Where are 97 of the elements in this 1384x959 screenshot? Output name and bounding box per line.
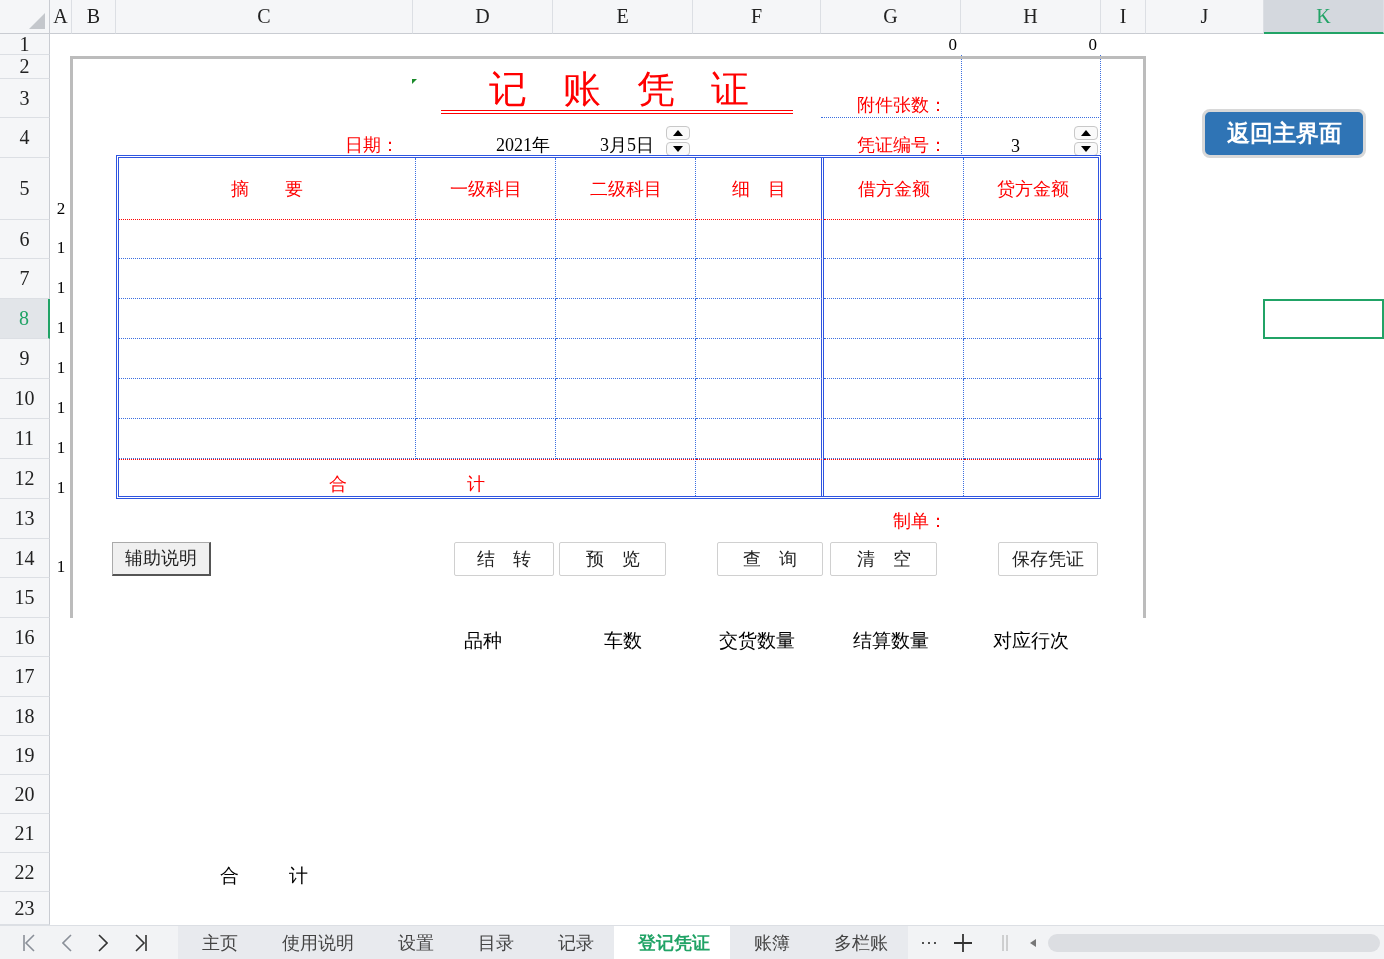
spin-down-button[interactable] <box>1074 142 1098 156</box>
column-heading: 细 目 <box>696 158 824 220</box>
previous-sheet-icon[interactable] <box>62 933 72 952</box>
row-header[interactable]: 21 <box>0 814 50 853</box>
down-arrow-icon <box>1081 146 1091 152</box>
form-button[interactable]: 查 询 <box>717 541 823 576</box>
row-header[interactable]: 13 <box>0 499 50 539</box>
column-header[interactable]: F <box>693 0 821 34</box>
form-button[interactable]: 清 空 <box>830 541 937 576</box>
row-header[interactable]: 12 <box>0 459 50 499</box>
sheet-tab[interactable]: 使用说明 <box>258 926 374 959</box>
sheet-tab[interactable]: 记录 <box>534 926 614 959</box>
total-label: 计 <box>289 864 308 888</box>
total-label: 合 <box>220 864 239 888</box>
row-header[interactable]: 1 <box>0 34 50 55</box>
cell-value: 2 <box>56 199 66 219</box>
column-heading: 二级科目 <box>556 158 696 220</box>
column-header[interactable]: G <box>821 0 961 34</box>
cell-value: 0 <box>948 35 957 55</box>
spin-up-button[interactable] <box>1074 126 1098 140</box>
form-button[interactable]: 预 览 <box>559 541 666 576</box>
cell-value: 1 <box>56 398 66 418</box>
cell-value: 1 <box>56 438 66 458</box>
row-header[interactable]: 20 <box>0 775 50 814</box>
total-label: 计 <box>467 473 485 496</box>
down-arrow-icon <box>673 146 683 152</box>
sheet-tab[interactable]: 账簿 <box>730 926 810 959</box>
row-header[interactable]: 6 <box>0 220 50 259</box>
cell-value: 0 <box>1088 35 1097 55</box>
column-header[interactable]: B <box>72 0 116 34</box>
spin-up-button[interactable] <box>666 126 690 140</box>
cell-marker-icon <box>412 79 417 84</box>
column-label: 品种 <box>464 629 502 653</box>
column-label: 交货数量 <box>719 629 795 653</box>
total-label: 合 <box>329 473 347 496</box>
last-sheet-icon[interactable] <box>134 933 148 952</box>
attachments-label: 附件张数： <box>857 94 947 117</box>
voucher-number: 3 <box>1010 136 1021 158</box>
form-button[interactable]: 保存凭证 <box>998 541 1098 576</box>
cell-value: 1 <box>56 478 66 498</box>
row-header[interactable]: 16 <box>0 618 50 657</box>
cell-value: 1 <box>56 278 66 298</box>
up-arrow-icon <box>1081 130 1091 136</box>
row-header[interactable]: 5 <box>0 158 50 220</box>
sheet-tab[interactable]: 主页 <box>178 926 258 959</box>
spin-down-button[interactable] <box>666 142 690 156</box>
year-value: 2021年 <box>496 134 550 157</box>
date-label: 日期： <box>345 134 399 157</box>
form-button[interactable]: 结 转 <box>454 541 554 576</box>
scroll-left-icon[interactable] <box>1030 938 1036 947</box>
column-heading: 贷方金额 <box>964 158 1102 220</box>
column-label: 车数 <box>604 629 642 653</box>
column-label: 对应行次 <box>993 629 1069 653</box>
return-button[interactable]: 返回主界面 <box>1202 109 1366 158</box>
preparer-label: 制单： <box>893 510 947 533</box>
column-heading: 借方金额 <box>824 158 964 220</box>
column-heading: 一级科目 <box>416 158 556 220</box>
cell-value: 1 <box>56 238 66 258</box>
form-button[interactable]: 辅助说明 <box>112 541 211 576</box>
row-header[interactable]: 4 <box>0 118 50 158</box>
row-header[interactable]: 15 <box>0 578 50 618</box>
column-header[interactable]: C <box>116 0 413 34</box>
row-header[interactable]: 23 <box>0 892 50 925</box>
row-header[interactable]: 3 <box>0 79 50 118</box>
column-heading: 摘 要 <box>119 158 416 220</box>
column-header[interactable]: D <box>413 0 553 34</box>
row-header[interactable]: 14 <box>0 539 50 578</box>
sheet-tab[interactable]: 设置 <box>374 926 454 959</box>
row-header[interactable]: 2 <box>0 55 50 79</box>
more-tabs-button[interactable]: ··· <box>914 932 944 953</box>
sheet-tab[interactable]: 目录 <box>454 926 534 959</box>
sheet-tab[interactable]: 多栏账 <box>810 926 908 959</box>
voucher-number-label: 凭证编号： <box>857 134 947 157</box>
date-value: 3月5日 <box>600 134 654 157</box>
row-header[interactable]: 22 <box>0 853 50 892</box>
row-header[interactable]: 11 <box>0 419 50 459</box>
add-sheet-icon[interactable] <box>954 933 972 952</box>
row-header[interactable]: 17 <box>0 657 50 697</box>
row-header[interactable]: 19 <box>0 736 50 775</box>
column-header[interactable]: I <box>1101 0 1146 34</box>
selected-cell[interactable] <box>1263 299 1384 339</box>
row-header[interactable]: 7 <box>0 259 50 299</box>
cell-value: 1 <box>56 557 66 577</box>
first-sheet-icon[interactable] <box>22 933 36 952</box>
column-header[interactable]: H <box>961 0 1101 34</box>
voucher-title: 记账凭证 <box>440 70 794 114</box>
row-header[interactable]: 18 <box>0 697 50 736</box>
column-header[interactable]: A <box>50 0 72 34</box>
up-arrow-icon <box>673 130 683 136</box>
column-label: 结算数量 <box>853 629 929 653</box>
column-header[interactable]: E <box>553 0 693 34</box>
column-header[interactable]: J <box>1146 0 1264 34</box>
next-sheet-icon[interactable] <box>98 933 108 952</box>
row-header[interactable]: 10 <box>0 379 50 419</box>
cell-value: 1 <box>56 358 66 378</box>
cell-value: 1 <box>56 318 66 338</box>
row-header[interactable]: 9 <box>0 339 50 379</box>
